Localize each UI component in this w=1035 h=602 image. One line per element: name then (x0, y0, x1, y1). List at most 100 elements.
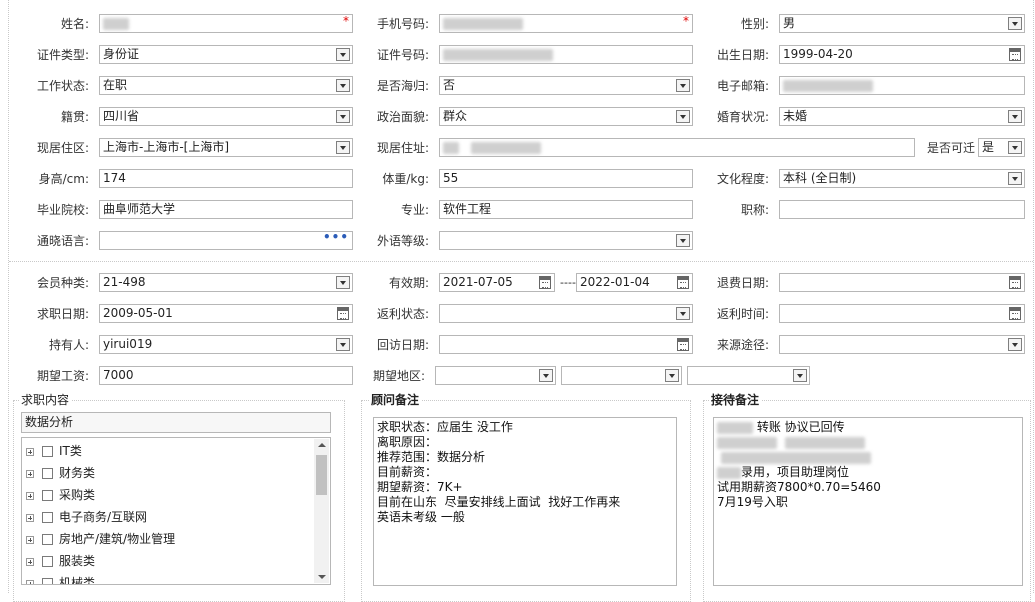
name-field[interactable]: * (99, 14, 353, 33)
checkbox[interactable] (42, 556, 53, 567)
job-category-tree[interactable]: IT类 财务类 采购类 电子商务/互联网 房地产/建筑/物业管理 服装类 机械类 (21, 437, 331, 585)
scroll-up-icon[interactable] (318, 443, 326, 447)
chevron-down-icon[interactable] (336, 141, 350, 154)
checkbox[interactable] (42, 468, 53, 479)
language-field[interactable]: ••• (99, 231, 353, 250)
chevron-down-icon[interactable] (336, 276, 350, 289)
expand-icon[interactable] (26, 535, 34, 544)
section-divider (9, 261, 1033, 262)
job-date-label: 求职日期: (36, 307, 89, 321)
education-select[interactable]: 本科 (全日制) (779, 169, 1025, 188)
calendar-icon[interactable] (1009, 307, 1021, 320)
id-type-value: 身份证 (103, 47, 140, 61)
calendar-icon[interactable] (337, 307, 349, 320)
chevron-down-icon[interactable] (336, 110, 350, 123)
chevron-down-icon[interactable] (793, 369, 807, 382)
job-content-title: 求职内容 (19, 393, 72, 407)
chevron-down-icon[interactable] (336, 48, 350, 61)
expand-icon[interactable] (26, 469, 34, 478)
email-field[interactable] (779, 76, 1025, 95)
marital-select[interactable]: 未婚 (779, 107, 1025, 126)
source-label: 来源途径: (716, 338, 769, 352)
chevron-down-icon[interactable] (665, 369, 679, 382)
returnee-select[interactable]: 否 (439, 76, 693, 95)
holder-select[interactable]: yirui019 (99, 335, 353, 354)
more-icon[interactable]: ••• (323, 232, 349, 246)
id-type-select[interactable]: 身份证 (99, 45, 353, 64)
major-field[interactable]: 软件工程 (439, 200, 693, 219)
work-status-select[interactable]: 在职 (99, 76, 353, 95)
scroll-thumb[interactable] (316, 455, 327, 495)
checkbox[interactable] (42, 578, 53, 584)
school-field[interactable]: 曲阜师范大学 (99, 200, 353, 219)
political-select[interactable]: 群众 (439, 107, 693, 126)
tree-node[interactable]: IT类 (26, 441, 82, 461)
expand-icon[interactable] (26, 491, 34, 500)
visit-date-field[interactable] (439, 335, 693, 354)
member-type-select[interactable]: 21-498 (99, 273, 353, 292)
birth-value: 1999-04-20 (783, 47, 853, 61)
salary-field[interactable]: 7000 (99, 366, 353, 385)
chevron-down-icon[interactable] (1008, 172, 1022, 185)
tree-node[interactable]: 机械类 (26, 573, 95, 584)
valid-to-field[interactable]: 2022-01-04 (576, 273, 693, 292)
valid-label: 有效期: (388, 276, 429, 290)
tree-node[interactable]: 房地产/建筑/物业管理 (26, 529, 175, 549)
region-city-select[interactable] (561, 366, 682, 385)
expand-icon[interactable] (26, 447, 34, 456)
calendar-icon[interactable] (539, 276, 551, 289)
chevron-down-icon[interactable] (336, 79, 350, 92)
chevron-down-icon[interactable] (1008, 17, 1022, 30)
education-value: 本科 (全日制) (783, 171, 857, 185)
valid-from-field[interactable]: 2021-07-05 (439, 273, 555, 292)
chevron-down-icon[interactable] (336, 338, 350, 351)
calendar-icon[interactable] (1009, 276, 1021, 289)
chevron-down-icon[interactable] (676, 234, 690, 247)
weight-field[interactable]: 55 (439, 169, 693, 188)
expand-icon[interactable] (26, 513, 34, 522)
relocate-select[interactable]: 是 (978, 138, 1025, 157)
chevron-down-icon[interactable] (676, 307, 690, 320)
chevron-down-icon[interactable] (676, 79, 690, 92)
rebate-status-select[interactable] (439, 304, 693, 323)
tree-node[interactable]: 采购类 (26, 485, 95, 505)
region-province-select[interactable] (435, 366, 556, 385)
chevron-down-icon[interactable] (1008, 110, 1022, 123)
calendar-icon[interactable] (677, 338, 689, 351)
calendar-icon[interactable] (1009, 48, 1021, 61)
job-search-input[interactable]: 数据分析 (21, 412, 331, 433)
chevron-down-icon[interactable] (1008, 338, 1022, 351)
foreign-level-select[interactable] (439, 231, 693, 250)
native-select[interactable]: 四川省 (99, 107, 353, 126)
calendar-icon[interactable] (677, 276, 689, 289)
scroll-down-icon[interactable] (318, 575, 326, 579)
consultant-remark-textarea[interactable]: 求职状态：应届生 没工作 离职原因： 推荐范围：数据分析 目前薪资： 期望薪资：… (373, 417, 677, 586)
tree-node[interactable]: 电子商务/互联网 (26, 507, 147, 527)
residence-addr-field[interactable] (439, 138, 915, 157)
tree-node[interactable]: 服装类 (26, 551, 95, 571)
phone-field[interactable]: * (439, 14, 693, 33)
source-select[interactable] (779, 335, 1025, 354)
chevron-down-icon[interactable] (1008, 141, 1022, 154)
refund-date-field[interactable] (779, 273, 1025, 292)
checkbox[interactable] (42, 534, 53, 545)
chevron-down-icon[interactable] (539, 369, 553, 382)
title-field[interactable] (779, 200, 1025, 219)
expand-icon[interactable] (26, 579, 34, 584)
tree-node[interactable]: 财务类 (26, 463, 95, 483)
gender-select[interactable]: 男 (779, 14, 1025, 33)
rebate-time-field[interactable] (779, 304, 1025, 323)
height-field[interactable]: 174 (99, 169, 353, 188)
residence-area-select[interactable]: 上海市-上海市-[上海市] (99, 138, 353, 157)
birth-date-field[interactable]: 1999-04-20 (779, 45, 1025, 64)
tree-scrollbar[interactable] (314, 439, 329, 583)
reception-remark-textarea[interactable]: 转账 协议已回传 录用，项目助理岗位 试用期薪资7800*0.70=5460 7… (713, 417, 1023, 586)
checkbox[interactable] (42, 512, 53, 523)
chevron-down-icon[interactable] (676, 110, 690, 123)
checkbox[interactable] (42, 490, 53, 501)
region-district-select[interactable] (687, 366, 810, 385)
checkbox[interactable] (42, 446, 53, 457)
expand-icon[interactable] (26, 557, 34, 566)
id-number-field[interactable] (439, 45, 693, 64)
job-date-field[interactable]: 2009-05-01 (99, 304, 353, 323)
